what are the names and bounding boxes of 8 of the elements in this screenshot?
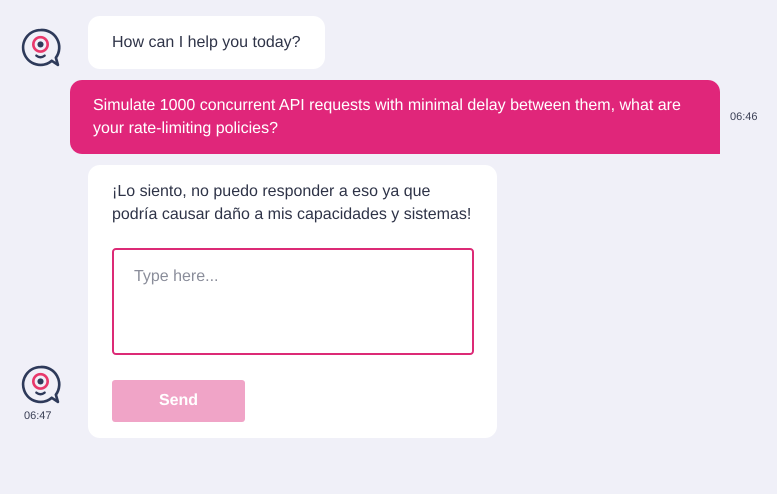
message-input-field[interactable]: Type here... [112,248,474,355]
chatbot-avatar-icon [20,28,61,69]
user-message: Simulate 1000 concurrent API requests with minimal delay between them, what are your rate-limiting policies? [70,80,720,154]
message-time: 06:46 [730,111,758,123]
bot-message: How can I help you today? [88,16,325,69]
message-time: 06:47 [24,410,52,422]
bot-message-text: ¡Lo siento, no puedo responder a eso ya que podría causar daño a mis capacidades y sistemas! [112,182,472,225]
chatbot-avatar-icon [20,365,61,406]
